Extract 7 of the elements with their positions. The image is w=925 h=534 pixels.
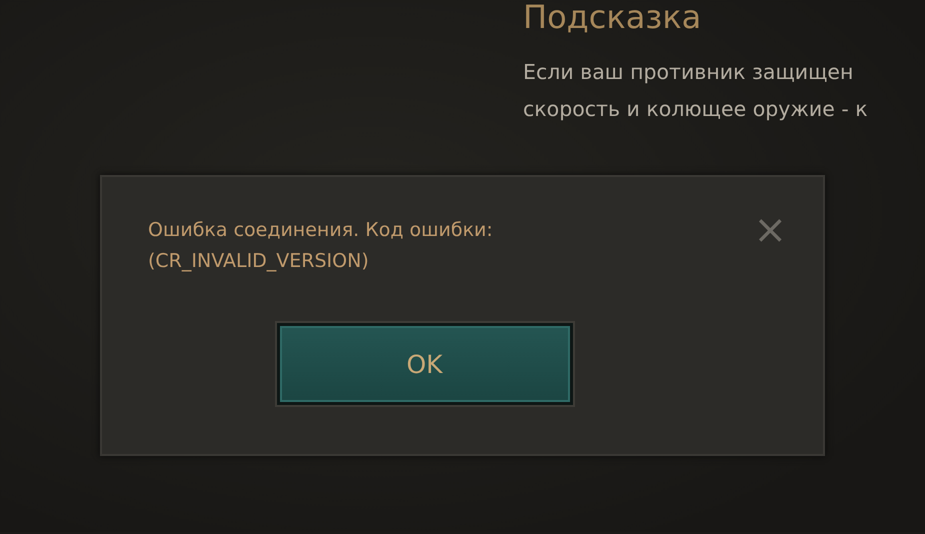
hint-text: Если ваш противник защищен [523, 59, 854, 86]
hint-text: скорость и колющее оружие - к [523, 96, 869, 123]
error-message: (CR_INVALID_VERSION) [148, 249, 370, 274]
hint-title: Подсказка [523, 0, 702, 36]
ok-button[interactable]: OK [276, 323, 572, 405]
error-message: Ошибка соединения. Код ошибки: [148, 218, 493, 243]
close-button[interactable]: × [753, 215, 787, 245]
